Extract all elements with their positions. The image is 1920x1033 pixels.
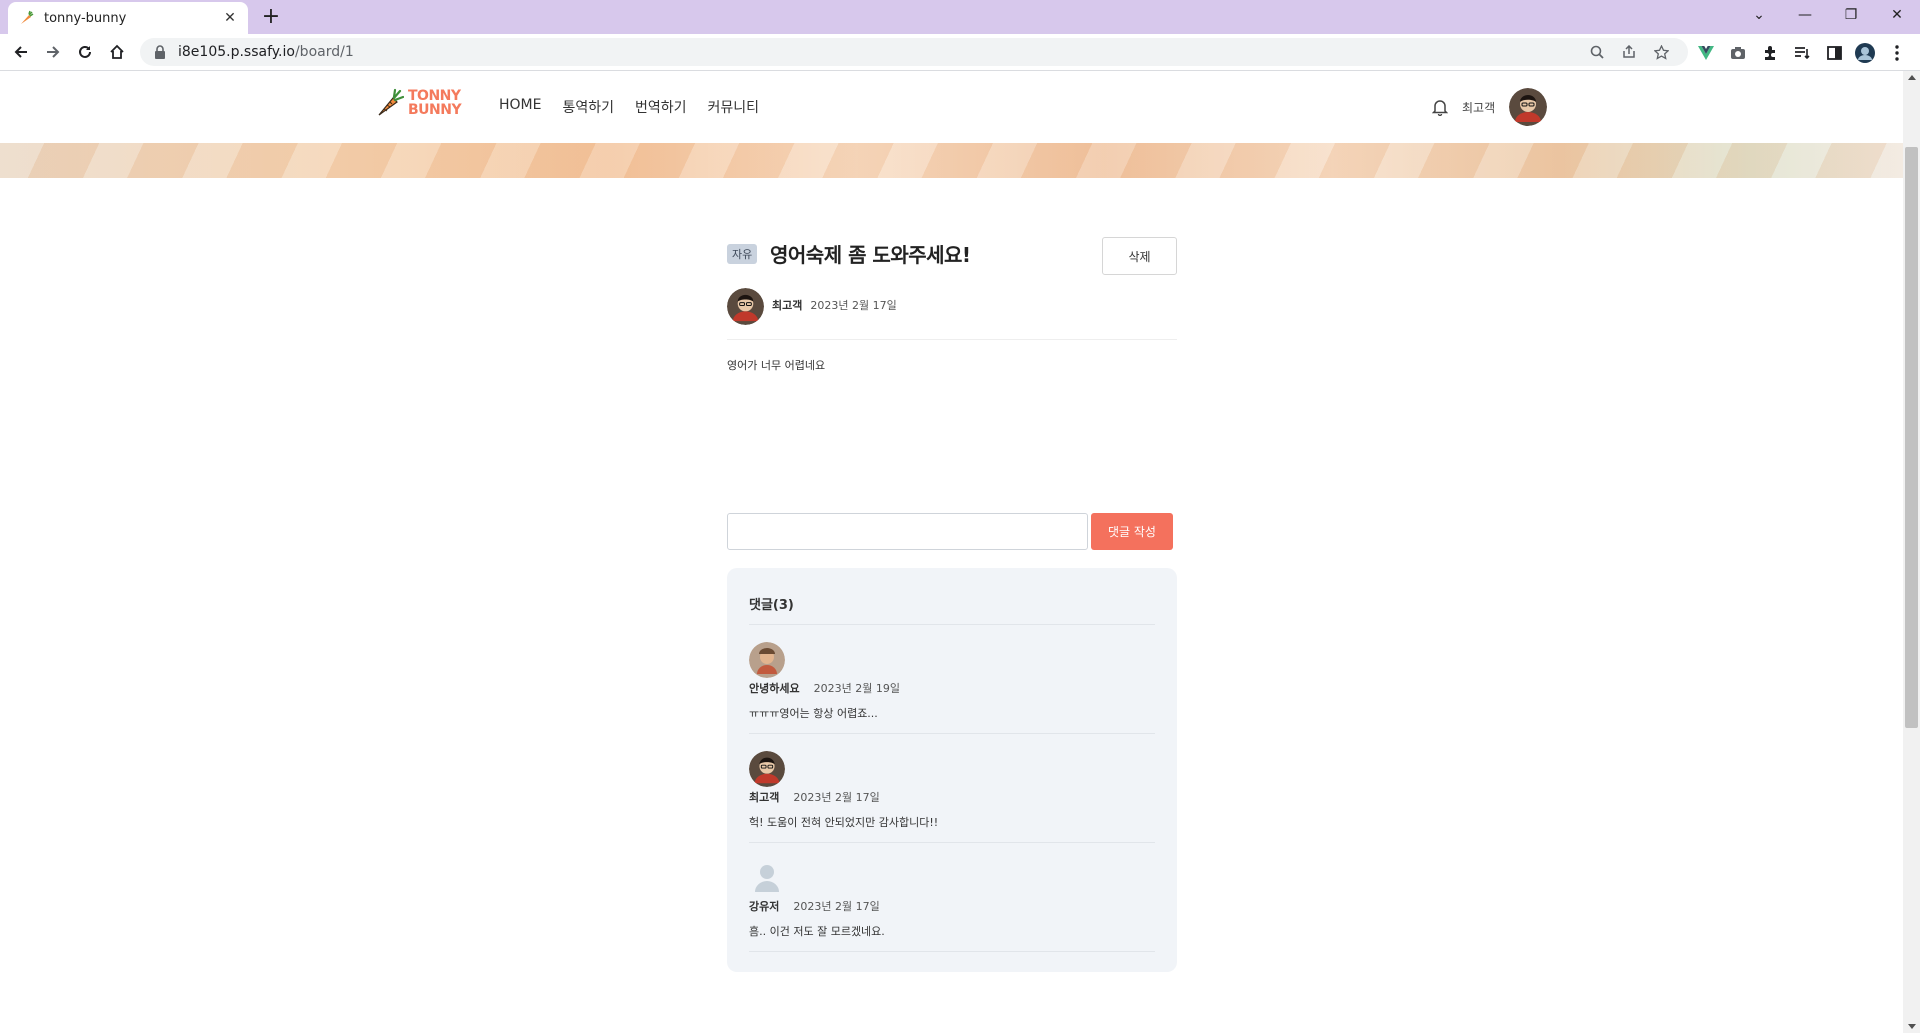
comment-submit-button[interactable]: 댓글 작성: [1091, 513, 1173, 550]
post-header: 자유 영어숙제 좀 도와주세요! 삭제: [727, 237, 1177, 277]
chrome-menu-icon[interactable]: [1887, 43, 1907, 63]
bookmark-star-icon[interactable]: [1652, 43, 1670, 61]
close-window-button[interactable]: ✕: [1874, 0, 1920, 30]
post-author-avatar[interactable]: [727, 288, 764, 325]
comment-date: 2023년 2월 17일: [793, 900, 880, 913]
post-date: 2023년 2월 17일: [810, 299, 897, 312]
logo-line-1: TONNY: [408, 88, 461, 104]
restore-button[interactable]: ❐: [1828, 0, 1874, 30]
scroll-up-icon[interactable]: [1908, 75, 1916, 80]
carrot-logo-icon: [378, 88, 404, 116]
vue-devtools-icon[interactable]: [1696, 43, 1716, 63]
main-nav: HOME 통역하기 번역하기 커뮤니티: [499, 97, 759, 117]
default-user-avatar-icon[interactable]: [749, 860, 785, 896]
hero-banner-image: [0, 143, 1903, 178]
scroll-down-icon[interactable]: [1908, 1024, 1916, 1029]
carrot-favicon-icon: [18, 10, 34, 26]
profile-avatar-icon[interactable]: [1855, 43, 1875, 63]
minimize-button[interactable]: —: [1782, 0, 1828, 30]
home-icon[interactable]: [105, 40, 129, 64]
camera-icon[interactable]: [1728, 43, 1748, 63]
share-icon[interactable]: [1620, 43, 1638, 61]
post-author[interactable]: 최고객: [772, 297, 802, 313]
zoom-icon[interactable]: [1588, 43, 1606, 61]
url-path: /board/1: [294, 44, 354, 60]
comment-text: 흠.. 이건 저도 잘 모르겠네요.: [749, 925, 885, 938]
header-user-area: 최고객: [1432, 88, 1548, 126]
page-viewport: TONNY BUNNY HOME 통역하기 번역하기 커뮤니티 최고객 자유 영…: [0, 71, 1903, 1033]
extensions-puzzle-icon[interactable]: [1760, 43, 1780, 63]
post-body: 영어가 너무 어렵네요: [727, 359, 826, 372]
header-avatar[interactable]: [1509, 88, 1548, 126]
logo-line-2: BUNNY: [408, 102, 462, 118]
comment-item: 강유저 2023년 2월 17일 흠.. 이건 저도 잘 모르겠네요.: [749, 843, 1155, 952]
comment-item: 안녕하세요 2023년 2월 19일 ㅠㅠㅠ영어는 항상 어렵죠...: [749, 625, 1155, 734]
comment-text: ㅠㅠㅠ영어는 항상 어렵죠...: [749, 707, 878, 720]
nav-interpret[interactable]: 통역하기: [562, 97, 614, 117]
post-article: 자유 영어숙제 좀 도와주세요! 삭제: [727, 237, 1177, 277]
header-username[interactable]: 최고객: [1462, 99, 1495, 116]
post-title: 영어숙제 좀 도와주세요!: [770, 243, 971, 267]
comment-text: 헉! 도움이 전혀 안되었지만 감사합니다!!: [749, 816, 939, 829]
new-tab-button[interactable]: +: [258, 5, 284, 31]
page-scrollbar[interactable]: [1903, 71, 1920, 1033]
site-header: TONNY BUNNY HOME 통역하기 번역하기 커뮤니티 최고객: [0, 71, 1903, 143]
side-panel-icon[interactable]: [1824, 43, 1844, 63]
delete-button[interactable]: 삭제: [1102, 237, 1177, 275]
nav-community[interactable]: 커뮤니티: [708, 97, 760, 117]
comment-input[interactable]: [727, 513, 1088, 550]
comment-author[interactable]: 강유저: [749, 898, 779, 914]
comment-item: 최고객 2023년 2월 17일 헉! 도움이 전혀 안되었지만 감사합니다!!: [749, 734, 1155, 843]
lock-icon: [154, 45, 168, 59]
site-logo[interactable]: TONNY BUNNY: [376, 85, 468, 121]
browser-tab-bar: tonny-bunny ✕ + ⌄ — ❐ ✕: [0, 0, 1920, 34]
category-badge: 자유: [727, 244, 758, 264]
tab-search-icon[interactable]: ⌄: [1736, 0, 1782, 30]
comment-avatar[interactable]: [749, 751, 785, 787]
scrollbar-thumb[interactable]: [1905, 147, 1918, 728]
browser-toolbar: i8e105.p.ssafy.io /board/1: [0, 34, 1920, 71]
nav-home[interactable]: HOME: [499, 97, 541, 117]
tab-title: tonny-bunny: [44, 10, 127, 26]
address-bar[interactable]: i8e105.p.ssafy.io /board/1: [140, 38, 1688, 66]
forward-icon[interactable]: [41, 40, 65, 64]
comment-avatar[interactable]: [749, 642, 785, 678]
comment-form: 댓글 작성: [727, 513, 1173, 550]
back-icon[interactable]: [9, 40, 33, 64]
comments-section: 댓글(3) 안녕하세요 2023년 2월 19일 ㅠㅠㅠ영어는 항상 어렵죠..…: [727, 568, 1177, 972]
url-host: i8e105.p.ssafy.io: [178, 44, 295, 60]
reading-list-icon[interactable]: [1792, 43, 1812, 63]
reload-icon[interactable]: [73, 40, 97, 64]
post-meta: 최고객 2023년 2월 17일: [727, 288, 1177, 340]
comment-date: 2023년 2월 19일: [813, 682, 900, 695]
comments-title: 댓글(3): [749, 568, 1155, 625]
nav-translate[interactable]: 번역하기: [635, 97, 687, 117]
comment-date: 2023년 2월 17일: [793, 791, 880, 804]
comment-author[interactable]: 안녕하세요: [749, 680, 800, 696]
tab-close-icon[interactable]: ✕: [222, 10, 238, 26]
bell-icon[interactable]: [1432, 97, 1450, 117]
comment-author[interactable]: 최고객: [749, 789, 779, 805]
browser-tab[interactable]: tonny-bunny ✕: [8, 2, 248, 34]
